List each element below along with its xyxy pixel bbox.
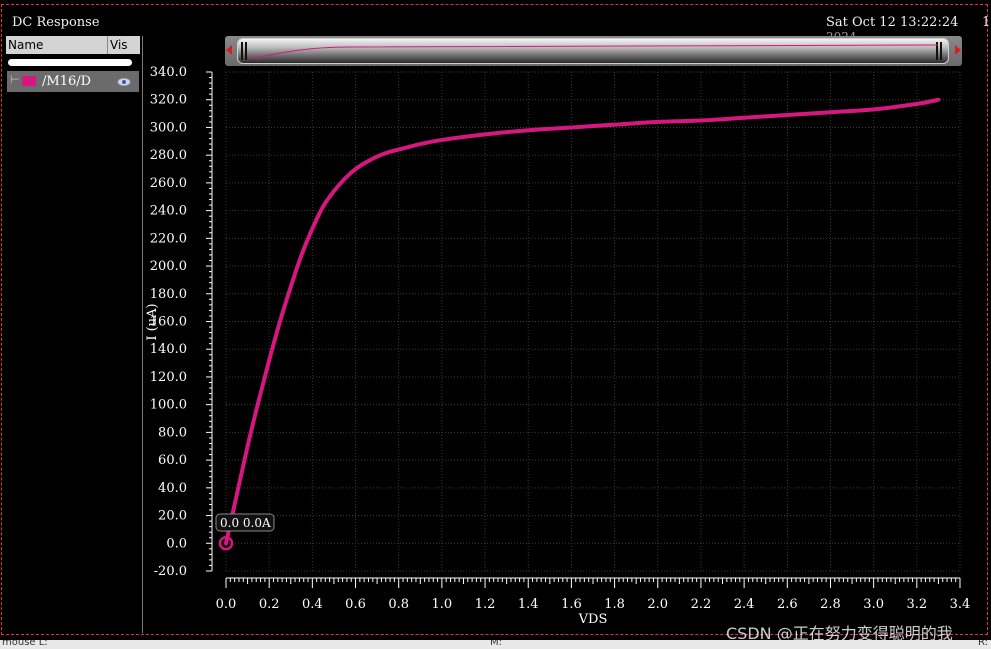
- data-point: [344, 178, 346, 180]
- data-point: [365, 161, 367, 163]
- marker-dot: [224, 541, 228, 546]
- y-tick-label: 300.0: [150, 120, 187, 135]
- y-tick-label: 280.0: [150, 148, 187, 163]
- x-tick-label: 2.8: [820, 597, 841, 612]
- x-tick-label: 1.8: [604, 597, 625, 612]
- x-tick-label: 0.2: [259, 597, 280, 612]
- y-tick-label: 180.0: [150, 287, 187, 302]
- x-tick-label: 1.2: [475, 597, 496, 612]
- data-point: [236, 494, 238, 496]
- data-point: [290, 286, 292, 288]
- y-tick-label: 260.0: [150, 176, 187, 191]
- x-tick-label: 2.2: [691, 597, 712, 612]
- y-tick-label: 320.0: [150, 93, 187, 108]
- data-point: [916, 103, 918, 105]
- x-tick-label: 2.4: [734, 597, 755, 612]
- marker-label: 0.0 0.0A: [220, 516, 271, 530]
- data-point: [657, 121, 659, 123]
- data-point: [354, 168, 357, 170]
- y-tick-label: 200.0: [150, 259, 187, 274]
- y-tick-label: -20.0: [154, 564, 187, 579]
- data-point: [387, 151, 389, 153]
- x-tick-label: 0.6: [345, 597, 366, 612]
- data-point: [484, 133, 486, 135]
- y-tick-label: 340.0: [150, 65, 187, 80]
- data-point: [268, 359, 270, 361]
- data-point: [441, 139, 443, 141]
- data-point: [300, 254, 303, 256]
- data-point: [700, 119, 702, 122]
- y-tick-label: 80.0: [158, 425, 187, 440]
- data-point: [937, 99, 940, 101]
- data-point: [333, 190, 335, 192]
- data-point: [279, 320, 281, 323]
- data-point: [527, 129, 529, 131]
- series-line: [224, 97, 941, 546]
- data-point: [246, 445, 249, 447]
- data-point: [376, 155, 378, 158]
- y-tick-label: 120.0: [150, 370, 187, 385]
- y-tick-label: 100.0: [150, 398, 187, 413]
- x-tick-label: 3.2: [906, 597, 927, 612]
- status-mouse-right: R:: [978, 640, 989, 648]
- x-tick-label: 0.0: [216, 597, 237, 612]
- y-tick-label: 0.0: [166, 536, 187, 551]
- y-tick-label: 40.0: [158, 481, 187, 496]
- x-tick-label: 3.0: [863, 597, 884, 612]
- x-tick-label: 2.0: [647, 597, 668, 612]
- x-tick-label: 1.6: [561, 597, 582, 612]
- y-tick-label: 20.0: [158, 509, 187, 524]
- data-point: [257, 401, 259, 403]
- data-point: [322, 205, 324, 208]
- x-tick-label: 2.6: [777, 597, 798, 612]
- x-axis-label: VDS: [578, 612, 608, 627]
- x-tick-label: 3.4: [950, 597, 971, 612]
- data-point: [873, 108, 875, 111]
- x-tick-label: 0.4: [302, 597, 323, 612]
- data-point: [613, 124, 616, 126]
- y-tick-label: 240.0: [150, 204, 187, 219]
- y-axis-label: I (uA): [145, 303, 160, 340]
- y-tick-label: 60.0: [158, 453, 187, 468]
- data-point: [311, 228, 313, 230]
- data-point: [419, 143, 421, 145]
- dc-response-chart[interactable]: -20.0 0.0 20.0 40.0 60.0 80.0 100.0 120.0 140.0 1…: [0, 0, 991, 649]
- status-bar: mouse L: M: R:: [0, 640, 991, 649]
- x-tick-label: 1.0: [432, 597, 453, 612]
- data-point: [398, 149, 400, 151]
- data-point: [743, 117, 745, 119]
- status-mouse-left: mouse L:: [2, 640, 48, 648]
- x-tick-label: 1.4: [518, 597, 539, 612]
- data-point: [829, 111, 832, 113]
- y-tick-label: 140.0: [150, 342, 187, 357]
- data-point: [570, 126, 573, 129]
- status-mouse-middle: M:: [490, 640, 502, 648]
- y-tick-label: 220.0: [150, 231, 187, 246]
- x-tick-label: 0.8: [388, 597, 409, 612]
- data-point: [786, 114, 788, 116]
